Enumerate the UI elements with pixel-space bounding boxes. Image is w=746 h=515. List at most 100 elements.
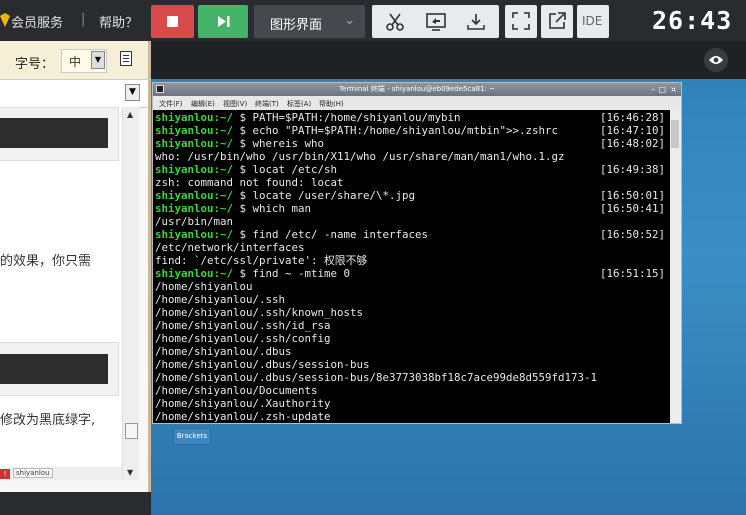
menu-edit[interactable]: 编辑(E) [191, 99, 215, 109]
terminal-line: find: `/etc/ssl/private': 权限不够 [155, 254, 665, 267]
prompt-user: shiyanlou:~/ [155, 228, 234, 241]
top-toolbar: 会员服务 | 帮助？ 图形界面 ⌄ IDE 26:43 [0, 0, 746, 41]
stop-button[interactable] [151, 5, 194, 38]
terminal-line: /home/shiyanlou/.dbus/session-bus/8e3773… [155, 371, 665, 384]
menu-tabs[interactable]: 标签(A) [287, 99, 311, 109]
open-external-button[interactable] [541, 5, 573, 38]
document-icon[interactable] [120, 51, 132, 66]
fullscreen-button[interactable] [505, 5, 537, 38]
vip-service-link[interactable]: 会员服务 [11, 12, 63, 31]
line-text: /home/shiyanlou/.ssh [155, 293, 286, 306]
taskbar-item-brackets[interactable]: Brackets [173, 428, 211, 445]
terminal-line: /etc/network/interfaces [155, 241, 665, 254]
font-size-value: 中 [69, 55, 82, 69]
terminal-line: shiyanlou:~/ $ find ~ -mtime 0 [16:51:15] [155, 267, 665, 280]
menu-terminal[interactable]: 终端(T) [255, 99, 279, 109]
minimize-icon[interactable]: – [651, 83, 655, 96]
terminal-line: shiyanlou:~/ $ locate /user/share/\*.jpg… [155, 189, 665, 202]
terminal-line: shiyanlou:~/ $ which man [16:50:41] [155, 202, 665, 215]
prompt-timestamp: [16:46:28] [599, 111, 665, 124]
line-text: /home/shiyanlou [155, 280, 253, 293]
line-text: $ echo "PATH=$PATH:/home/shiyanlou/mtbin… [233, 124, 559, 137]
line-text: $ locate /user/share/\*.jpg [233, 189, 416, 202]
doc-text-line: 修改为黑底绿字, [0, 413, 96, 428]
line-text: /home/shiyanlou/.dbus/session-bus/8e3773… [155, 371, 598, 384]
prompt-timestamp: [16:51:15] [599, 267, 665, 280]
taskbar-item[interactable]: shiyanlou [13, 468, 53, 478]
terminal-line: shiyanlou:~/ $ echo "PATH=$PATH:/home/sh… [155, 124, 665, 137]
line-text: $ find ~ -mtime 0 [233, 267, 351, 280]
scissors-icon[interactable] [384, 11, 406, 33]
screen-share-icon[interactable] [425, 11, 447, 33]
ide-button[interactable]: IDE [577, 5, 609, 38]
prompt-timestamp: [16:50:52] [599, 228, 665, 241]
menu-help[interactable]: 帮助(H) [319, 99, 344, 109]
close-icon[interactable]: × [670, 83, 677, 96]
prompt-timestamp: [16:47:10] [599, 124, 665, 137]
terminal-scrollbar[interactable] [670, 110, 681, 423]
terminal-line: shiyanlou:~/ $ PATH=$PATH:/home/shiyanlo… [155, 111, 665, 124]
terminal-line: shiyanlou:~/ $ whereis who [16:48:02] [155, 137, 665, 150]
line-text: /home/shiyanlou/.ssh/id_rsa [155, 319, 331, 332]
left-panel: 字号： 中 ▼ ▼ 的效果，你只需 修改为黑底绿字, ▲ ▼ [0, 41, 148, 492]
prompt-user: shiyanlou:~/ [155, 267, 234, 280]
prompt-user: shiyanlou:~/ [155, 163, 234, 176]
vertical-scrollbar[interactable]: ▲ ▼ [122, 107, 139, 480]
line-text: /home/shiyanlou/.ssh/known_hosts [155, 306, 364, 319]
menu-view[interactable]: 视图(V) [223, 99, 247, 109]
terminal-line: /home/shiyanlou/.ssh/config [155, 332, 665, 345]
terminal-line: /usr/bin/man [155, 215, 665, 228]
line-text: /home/shiyanlou/.zsh-update [155, 410, 331, 423]
scroll-up-icon[interactable]: ▲ [127, 110, 133, 119]
font-size-label: 字号： [15, 57, 55, 72]
prompt-user: shiyanlou:~/ [155, 202, 234, 215]
address-dropdown[interactable]: ▼ [0, 79, 148, 108]
prompt-user: shiyanlou:~/ [155, 111, 234, 124]
terminal-line: /home/shiyanlou/.ssh/id_rsa [155, 319, 665, 332]
desktop-mode-select[interactable]: 图形界面 ⌄ [254, 5, 365, 38]
external-link-icon [549, 12, 566, 29]
line-text: who: /usr/bin/who /usr/bin/X11/who /usr/… [155, 150, 565, 163]
terminal-line: /home/shiyanlou/.Xauthority [155, 397, 665, 410]
tool-button-group [372, 5, 499, 38]
ide-label: IDE [582, 14, 603, 28]
terminal-line: zsh: command not found: locat [155, 176, 665, 189]
prompt-timestamp: [16:49:38] [599, 163, 665, 176]
terminal-line: shiyanlou:~/ $ locat /etc/sh [16:49:38] [155, 163, 665, 176]
scroll-down-icon[interactable]: ▼ [127, 468, 133, 477]
stop-icon [167, 16, 178, 27]
font-size-bar: 字号： 中 ▼ [0, 41, 148, 79]
toolbar-separator: | [81, 12, 86, 27]
prompt-timestamp: [16:50:01] [599, 189, 665, 202]
terminal-menubar: 文件(F) 编辑(E) 视图(V) 终端(T) 标签(A) 帮助(H) [153, 96, 681, 110]
code-block [0, 354, 108, 384]
prompt-timestamp: [16:50:41] [599, 202, 665, 215]
terminal-output[interactable]: shiyanlou:~/ $ PATH=$PATH:/home/shiyanlo… [153, 110, 670, 423]
terminal-line: who: /usr/bin/who /usr/bin/X11/who /usr/… [155, 150, 665, 163]
session-timer: 26:43 [652, 6, 733, 35]
terminal-titlebar[interactable]: Terminal 终端 - shiyanlou@eb09ede5ca81: ~ … [153, 83, 681, 96]
help-link[interactable]: 帮助？ [99, 12, 138, 31]
dropdown-arrow-icon[interactable]: ▼ [125, 84, 140, 101]
terminal-line: /home/shiyanlou/.ssh [155, 293, 665, 306]
code-block [0, 118, 108, 148]
menu-file[interactable]: 文件(F) [159, 99, 183, 109]
eye-icon [709, 56, 723, 64]
font-size-select[interactable]: 中 ▼ [61, 49, 107, 73]
download-icon[interactable] [465, 11, 487, 33]
step-forward-icon [218, 16, 230, 27]
scrollbar-thumb[interactable] [671, 120, 679, 148]
line-text: /etc/network/interfaces [155, 241, 305, 254]
maximize-icon[interactable]: □ [658, 83, 666, 96]
scrollbar-thumb[interactable] [125, 423, 138, 439]
line-text: /home/shiyanlou/.dbus [155, 345, 292, 358]
chevron-down-icon: ⌄ [344, 13, 355, 28]
next-step-button[interactable] [198, 5, 248, 38]
terminal-line: shiyanlou:~/ $ find /etc/ -name interfac… [155, 228, 665, 241]
desktop-mode-value: 图形界面 [270, 18, 323, 33]
terminal-line: /home/shiyanlou/.dbus [155, 345, 665, 358]
line-text: /home/shiyanlou/Documents [155, 384, 318, 397]
line-text: find: `/etc/ssl/private': 权限不够 [155, 254, 368, 267]
view-toggle-button[interactable] [704, 48, 728, 72]
terminal-window[interactable]: Terminal 终端 - shiyanlou@eb09ede5ca81: ~ … [152, 82, 682, 424]
